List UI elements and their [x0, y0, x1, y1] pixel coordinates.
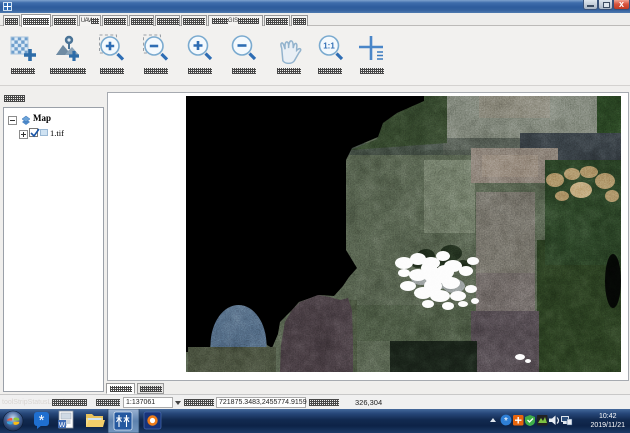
svg-text:*: *: [39, 412, 45, 429]
svg-text:W: W: [59, 422, 66, 429]
svg-text:1:1: 1:1: [323, 42, 335, 51]
svg-text:*: *: [504, 416, 508, 427]
